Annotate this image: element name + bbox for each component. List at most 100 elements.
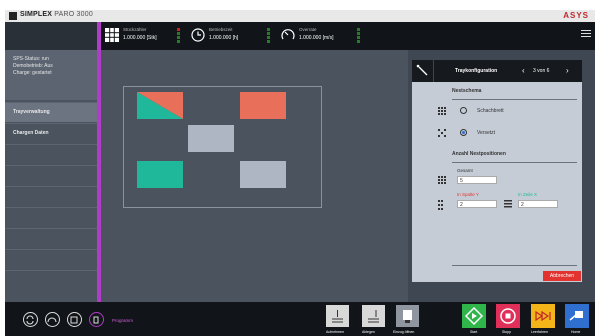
- sidebar-item-empty[interactable]: [5, 165, 97, 185]
- sidebar-item-chargen-daten[interactable]: Chargen Daten: [5, 123, 97, 143]
- panel-body: Nestschema Schachbrett Versetzt Anzahl N…: [434, 82, 582, 282]
- section-title-nestschema: Nestschema: [452, 88, 482, 94]
- program-button[interactable]: [89, 312, 104, 327]
- next-page-arrow-icon[interactable]: ›: [566, 66, 569, 75]
- status-line: Charge: gestartet: [13, 70, 52, 76]
- tray-canvas: [101, 50, 408, 302]
- sync-button[interactable]: [23, 312, 38, 327]
- clock-icon: [191, 28, 205, 42]
- app-title: SIMPLEX PARO 3000: [20, 11, 93, 18]
- grid-total-icon: [438, 176, 446, 184]
- list-button[interactable]: [67, 312, 82, 327]
- stat-stueckzaehler: Stückzähler 1.000.000 [Stk]: [105, 26, 181, 46]
- button-caption: Home: [571, 330, 581, 334]
- stat-label: Overrate: [299, 27, 317, 32]
- nest-top-right[interactable]: [240, 92, 286, 119]
- brand-logo: ASYS: [563, 11, 589, 20]
- put-down-icon: [368, 310, 379, 323]
- radio-label: Schachbrett: [477, 108, 504, 114]
- start-icon: [464, 306, 484, 326]
- start-button[interactable]: [462, 304, 486, 328]
- nest-bottom-left[interactable]: [137, 161, 183, 188]
- stop-icon: [500, 308, 516, 324]
- total-input[interactable]: 5: [457, 176, 497, 184]
- rows-input[interactable]: 2: [518, 200, 558, 208]
- nest-bottom-right[interactable]: [240, 161, 286, 188]
- pick-up-icon: [332, 310, 343, 323]
- sidebar-item-empty[interactable]: [5, 144, 97, 164]
- status-box: SPS-Status: run Demobetrieb: Aus Charge:…: [5, 50, 97, 100]
- app-title-light: PARO 3000: [54, 11, 93, 18]
- sidebar-item-empty[interactable]: [5, 249, 97, 269]
- tray-config-panel: Traykonfiguration ‹ 3 von 6 › Nestschema…: [412, 60, 582, 282]
- stop-button[interactable]: [496, 304, 520, 328]
- status-indicator: [357, 28, 360, 44]
- document-icon: [93, 316, 99, 324]
- section-title-nestpositionen: Anzahl Nestpositionen: [452, 151, 506, 157]
- button-caption: Start: [470, 330, 478, 334]
- button-caption: Aufnehmen: [326, 330, 344, 334]
- sync-icon: [26, 315, 34, 325]
- button-caption: Leerfahren: [531, 330, 548, 334]
- put-down-button[interactable]: [362, 305, 385, 327]
- button-caption: Stopp: [502, 330, 512, 334]
- speed-button[interactable]: [45, 312, 60, 327]
- stat-value: 1.000.000 [h]: [209, 35, 239, 41]
- bottom-bar: Programm Aufnehmen Ablegen Einzug öffnen…: [5, 302, 595, 336]
- stat-label: Stückzähler: [123, 27, 147, 32]
- tray-outline: [123, 86, 322, 208]
- button-caption: Ablegen: [362, 330, 375, 334]
- stat-label: Betriebszeit: [209, 27, 233, 32]
- drawer-icon: [403, 310, 412, 323]
- app-logo-icon: [9, 12, 17, 20]
- grid-counter-icon: [105, 28, 119, 42]
- radio-label: Versetzt: [477, 130, 496, 136]
- title-bar: SIMPLEX PARO 3000 ASYS: [5, 10, 595, 22]
- button-caption: Einzug öffnen: [393, 330, 415, 334]
- rows-label: In Zeile X: [518, 192, 538, 197]
- home-button[interactable]: [565, 304, 589, 328]
- open-drawer-button[interactable]: [396, 305, 419, 327]
- stat-betriebszeit: Betriebszeit 1.000.000 [h]: [191, 26, 271, 46]
- sidebar-item-empty[interactable]: [5, 186, 97, 206]
- columns-input[interactable]: 2: [457, 200, 497, 208]
- radio-versetzt[interactable]: [460, 129, 467, 136]
- offset-pattern-icon: [438, 129, 446, 137]
- status-indicator: [267, 28, 270, 44]
- sidebar-item-trayverwaltung[interactable]: Trayverwaltung: [5, 102, 97, 122]
- total-label: Gesamt: [457, 168, 473, 173]
- pick-up-button[interactable]: [326, 305, 349, 327]
- stat-value: 1.000.000 [m/s]: [299, 35, 334, 41]
- sidebar-item-empty[interactable]: [5, 228, 97, 248]
- sidebar-item-label: Chargen Daten: [13, 130, 49, 136]
- panel-title: Traykonfiguration: [455, 68, 498, 74]
- nest-diagonal[interactable]: [137, 92, 183, 119]
- divider: [452, 162, 577, 163]
- status-line: SPS-Status: run: [13, 56, 49, 62]
- nest-center[interactable]: [188, 125, 234, 152]
- cancel-button[interactable]: Abbrechen: [543, 271, 581, 281]
- divider: [452, 265, 577, 266]
- left-sidebar: SPS-Status: run Demobetrieb: Aus Charge:…: [5, 50, 97, 302]
- header-left-panel: [5, 22, 97, 50]
- stat-overrate: Overrate 1.000.000 [m/s]: [281, 26, 361, 46]
- page-indicator: 3 von 6: [533, 68, 550, 74]
- header-strip: Stückzähler 1.000.000 [Stk] Betriebszeit…: [5, 22, 595, 50]
- panel-header: Traykonfiguration ‹ 3 von 6 ›: [412, 60, 582, 82]
- sidebar-item-empty[interactable]: [5, 270, 97, 290]
- column-count-icon: [438, 200, 443, 210]
- empty-run-button[interactable]: [531, 304, 555, 328]
- prev-page-arrow-icon[interactable]: ‹: [522, 66, 525, 75]
- hamburger-menu-icon[interactable]: [581, 30, 591, 38]
- sidebar-item-empty[interactable]: [5, 207, 97, 227]
- divider: [452, 99, 577, 100]
- stat-value: 1.000.000 [Stk]: [123, 35, 157, 41]
- status-line: Demobetrieb: Aus: [13, 63, 53, 69]
- list-icon: [70, 316, 78, 324]
- row-count-icon: [504, 200, 512, 208]
- app-title-bold: SIMPLEX: [20, 11, 53, 18]
- radio-schachbrett[interactable]: [460, 107, 467, 114]
- tool-icon[interactable]: [412, 60, 434, 82]
- sidebar-item-label: Trayverwaltung: [13, 109, 50, 115]
- checkerboard-icon: [438, 107, 446, 115]
